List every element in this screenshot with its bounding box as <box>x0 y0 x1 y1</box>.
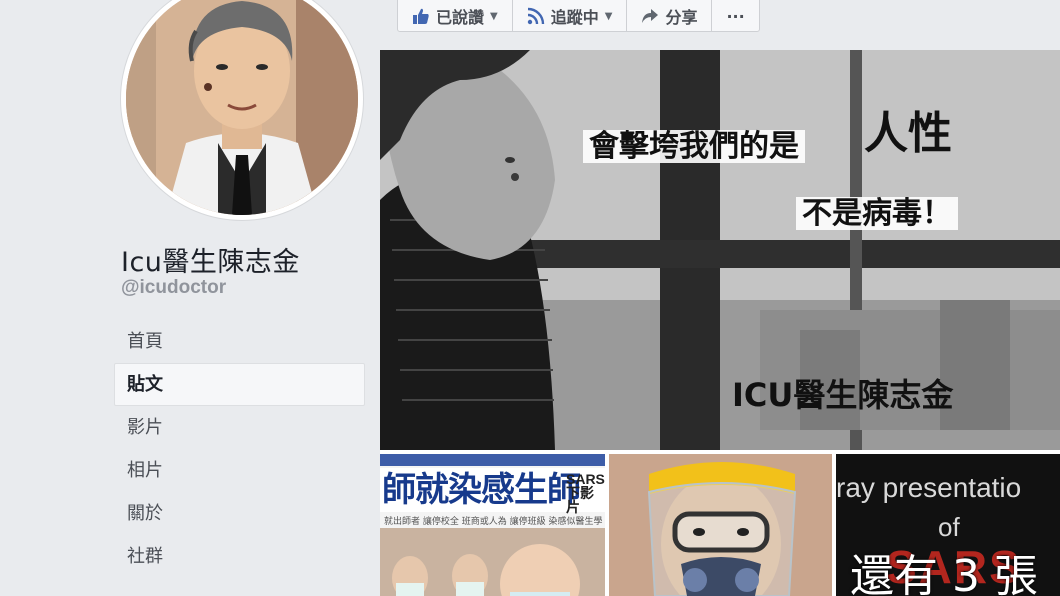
nav-item-videos[interactable]: 影片 <box>114 406 365 449</box>
nav-item-home[interactable]: 首頁 <box>114 320 365 363</box>
thumbs-up-icon <box>413 8 429 24</box>
xray-title-line2: of <box>938 512 960 542</box>
cover-illustration <box>380 50 1060 450</box>
avatar <box>126 0 358 215</box>
chevron-down-icon: ▼ <box>490 10 498 22</box>
nav-item-photos[interactable]: 相片 <box>114 449 365 492</box>
rss-icon <box>527 7 544 25</box>
caption-highlight: 人性 <box>864 108 952 159</box>
liked-button[interactable]: 已說讚 ▼ <box>398 0 513 31</box>
page-handle[interactable]: @icudoctor <box>121 277 226 299</box>
photo-panel: 會擊垮我們的是 人性 不是病毒！ ICU醫生陳志金 師就染感生師 SARS 下影… <box>380 50 1060 596</box>
page-nav: 首頁 貼文 影片 相片 關於 社群 <box>114 320 365 578</box>
profile-picture[interactable] <box>121 0 363 220</box>
caption-line1: 會擊垮我們的是 <box>583 130 805 163</box>
following-label: 追蹤中 <box>550 8 599 27</box>
cover-photo[interactable]: 會擊垮我們的是 人性 不是病毒！ ICU醫生陳志金 <box>380 50 1060 450</box>
page-action-toolbar: 已說讚 ▼ 追蹤中 ▼ 分享 ··· <box>397 0 760 32</box>
thumbnail-face-shield[interactable] <box>609 454 832 596</box>
newspaper-sars-sub: 下影片 <box>566 485 594 515</box>
xray-title-line1: ray presentatio <box>836 472 1022 503</box>
newspaper-strip <box>380 454 605 466</box>
caption-signature: ICU醫生陳志金 <box>732 376 954 414</box>
more-icon: ··· <box>726 6 745 26</box>
more-options-button[interactable]: ··· <box>712 0 758 31</box>
following-button[interactable]: 追蹤中 ▼ <box>513 0 628 31</box>
liked-label: 已說讚 <box>436 8 485 27</box>
left-column: Icu醫生陳志金 @icudoctor 首頁 貼文 影片 相片 關於 社群 <box>0 0 380 596</box>
newspaper-sars-label: SARS 下影片 <box>566 472 605 514</box>
nav-item-about[interactable]: 關於 <box>114 492 365 535</box>
page-name[interactable]: Icu醫生陳志金 <box>121 240 300 279</box>
more-photos-count: 還有 3 張 <box>850 551 1038 596</box>
chevron-down-icon: ▼ <box>604 10 613 22</box>
thumbnail-more-photos[interactable]: ray presentatio of SARS 還有 3 張 <box>836 454 1060 596</box>
share-label: 分享 <box>665 8 698 27</box>
nav-item-posts[interactable]: 貼文 <box>114 363 365 406</box>
share-arrow-icon <box>642 9 659 23</box>
avatar-illustration <box>126 0 358 215</box>
newspaper-photo <box>380 528 605 596</box>
face-shield-photo <box>609 454 832 596</box>
share-button[interactable]: 分享 <box>627 0 713 31</box>
caption-line2: 不是病毒！ <box>796 197 958 230</box>
nav-item-community[interactable]: 社群 <box>114 535 365 578</box>
photo-thumbnails: 師就染感生師 SARS 下影片 就出師者 讓停校全 班商或人為 讓停班級 染感似… <box>380 454 1060 596</box>
thumbnail-newspaper[interactable]: 師就染感生師 SARS 下影片 就出師者 讓停校全 班商或人為 讓停班級 染感似… <box>380 454 605 596</box>
